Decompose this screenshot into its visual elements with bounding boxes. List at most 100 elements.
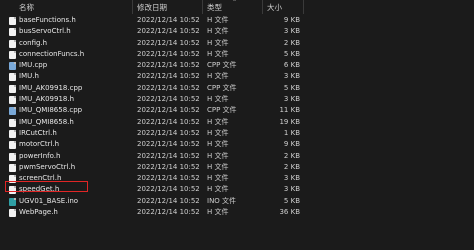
file-row[interactable]: IMU_AK09918.h 2022/12/14 10:52 H 文件 3 KB: [0, 94, 474, 105]
file-size: 9 KB: [283, 140, 300, 149]
file-name: screenCtrl.h: [19, 174, 62, 183]
h-file-icon: [9, 84, 16, 93]
cpp-file-icon: [9, 62, 16, 71]
file-size: 36 KB: [279, 208, 300, 217]
file-type: H 文件: [207, 117, 229, 126]
file-row[interactable]: speedGet.h 2022/12/14 10:52 H 文件 3 KB: [0, 184, 474, 195]
file-name: busServoCtrl.h: [19, 27, 71, 36]
file-name: speedGet.h: [19, 185, 60, 194]
file-type: H 文件: [207, 174, 229, 183]
file-date: 2022/12/14 10:52: [137, 83, 200, 92]
file-type: H 文件: [207, 27, 229, 36]
file-date: 2022/12/14 10:52: [137, 174, 200, 183]
file-date: 2022/12/14 10:52: [137, 128, 200, 137]
column-divider[interactable]: [202, 0, 203, 14]
file-size: 9 KB: [283, 16, 300, 24]
file-type: INO 文件: [207, 196, 237, 205]
file-date: 2022/12/14 10:52: [137, 106, 200, 115]
file-size: 11 KB: [279, 106, 300, 115]
file-row[interactable]: connectionFuncs.h 2022/12/14 10:52 H 文件 5 K…: [0, 49, 474, 60]
file-name: IMU_AK09918.h: [19, 95, 75, 104]
file-size: 5 KB: [283, 49, 300, 58]
column-name[interactable]: 名称: [19, 2, 34, 13]
file-row[interactable]: UGV01_BASE.ino 2022/12/14 10:52 INO 文件 5 KB: [0, 196, 474, 207]
h-file-icon: [9, 73, 16, 82]
file-name: pwmServoCtrl.h: [19, 162, 76, 171]
file-row[interactable]: config.h 2022/12/14 10:52 H 文件 2 KB: [0, 38, 474, 49]
file-date: 2022/12/14 10:52: [137, 27, 200, 36]
h-file-icon: [9, 39, 16, 48]
h-file-icon: [9, 175, 16, 184]
file-explorer: 名称 修改日期 类型 ⌃ 大小 baseFunctions.h 2022/12/1…: [0, 0, 474, 250]
file-size: 2 KB: [283, 38, 300, 47]
file-type: H 文件: [207, 208, 229, 217]
file-name: motorCtrl.h: [19, 140, 60, 149]
file-name: IRCutCtrl.h: [19, 128, 57, 137]
file-row[interactable]: IMU.cpp 2022/12/14 10:52 CPP 文件 6 KB: [0, 60, 474, 71]
sort-chevron-icon: ⌃: [232, 0, 238, 6]
file-date: 2022/12/14 10:52: [137, 16, 200, 24]
file-type: CPP 文件: [207, 61, 237, 70]
file-name: IMU_QMI8658.h: [19, 117, 74, 126]
file-type: H 文件: [207, 162, 229, 171]
file-name: UGV01_BASE.ino: [19, 196, 79, 205]
file-size: 2 KB: [283, 162, 300, 171]
column-divider[interactable]: [303, 0, 304, 14]
h-file-icon: [9, 96, 16, 105]
h-file-icon: [9, 118, 16, 127]
file-name: IMU.cpp: [19, 61, 48, 70]
file-size: 3 KB: [283, 185, 300, 194]
column-type[interactable]: 类型: [207, 2, 222, 13]
file-size: 6 KB: [283, 61, 300, 70]
file-name: powerInfo.h: [19, 151, 61, 160]
file-date: 2022/12/14 10:52: [137, 208, 200, 217]
h-file-icon: [9, 186, 16, 195]
file-type: H 文件: [207, 72, 229, 81]
column-size[interactable]: 大小: [267, 2, 282, 13]
ino-file-icon: [9, 197, 16, 206]
file-date: 2022/12/14 10:52: [137, 38, 200, 47]
file-row[interactable]: powerInfo.h 2022/12/14 10:52 H 文件 2 KB: [0, 151, 474, 162]
file-name: WebPage.h: [19, 208, 58, 217]
file-size: 3 KB: [283, 174, 300, 183]
file-size: 3 KB: [283, 27, 300, 36]
h-file-icon: [9, 50, 16, 59]
file-size: 19 KB: [279, 117, 300, 126]
h-file-icon: [9, 209, 16, 218]
file-row[interactable]: baseFunctions.h 2022/12/14 10:52 H 文件 9 KB: [0, 15, 474, 26]
file-type: CPP 文件: [207, 106, 237, 115]
file-type: H 文件: [207, 128, 229, 137]
file-name: config.h: [19, 38, 48, 47]
file-date: 2022/12/14 10:52: [137, 185, 200, 194]
file-size: 1 KB: [283, 128, 300, 137]
file-row[interactable]: IMU.h 2022/12/14 10:52 H 文件 3 KB: [0, 71, 474, 82]
file-date: 2022/12/14 10:52: [137, 162, 200, 171]
file-date: 2022/12/14 10:52: [137, 72, 200, 81]
column-divider[interactable]: [132, 0, 133, 14]
h-file-icon: [9, 129, 16, 138]
file-row[interactable]: IRCutCtrl.h 2022/12/14 10:52 H 文件 1 KB: [0, 128, 474, 139]
column-date[interactable]: 修改日期: [137, 2, 167, 13]
column-divider[interactable]: [262, 0, 263, 14]
file-size: 5 KB: [283, 83, 300, 92]
file-type: H 文件: [207, 38, 229, 47]
file-row[interactable]: busServoCtrl.h 2022/12/14 10:52 H 文件 3 KB: [0, 26, 474, 37]
file-list: baseFunctions.h 2022/12/14 10:52 H 文件 9 KB b…: [0, 15, 474, 218]
file-row[interactable]: screenCtrl.h 2022/12/14 10:52 H 文件 3 KB: [0, 173, 474, 184]
file-type: H 文件: [207, 95, 229, 104]
file-name: connectionFuncs.h: [19, 49, 85, 58]
file-row[interactable]: IMU_AK09918.cpp 2022/12/14 10:52 CPP 文件 5 K…: [0, 83, 474, 94]
file-name: IMU.h: [19, 72, 39, 81]
file-date: 2022/12/14 10:52: [137, 61, 200, 70]
file-row[interactable]: IMU_QMI8658.h 2022/12/14 10:52 H 文件 19 KB: [0, 117, 474, 128]
file-type: CPP 文件: [207, 83, 237, 92]
file-name: baseFunctions.h: [19, 16, 76, 24]
file-row[interactable]: motorCtrl.h 2022/12/14 10:52 H 文件 9 KB: [0, 139, 474, 150]
file-row[interactable]: pwmServoCtrl.h 2022/12/14 10:52 H 文件 2 KB: [0, 162, 474, 173]
column-header: 名称 修改日期 类型 ⌃ 大小: [0, 0, 474, 14]
file-row[interactable]: WebPage.h 2022/12/14 10:52 H 文件 36 KB: [0, 207, 474, 218]
file-size: 5 KB: [283, 196, 300, 205]
file-name: IMU_QMI8658.cpp: [19, 106, 83, 115]
file-date: 2022/12/14 10:52: [137, 49, 200, 58]
file-row[interactable]: IMU_QMI8658.cpp 2022/12/14 10:52 CPP 文件 11 …: [0, 105, 474, 116]
